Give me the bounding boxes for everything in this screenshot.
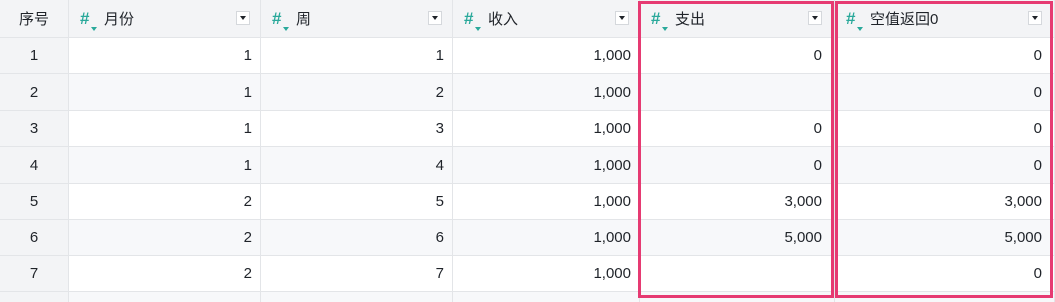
table-row: 2 1 2 1,000 0 <box>0 74 1055 111</box>
row-index: 5 <box>0 184 69 220</box>
caret-down-icon <box>619 16 625 20</box>
cell-null-to-zero[interactable]: 3,000 <box>835 184 1055 220</box>
cell-week[interactable]: 7 <box>261 256 453 292</box>
row-index: 7 <box>0 256 69 292</box>
cell-month[interactable]: 1 <box>69 38 261 74</box>
cell-expense[interactable]: 5,000 <box>640 220 835 256</box>
cell-income[interactable]: 1,000 <box>453 38 640 74</box>
cell-null-to-zero[interactable]: 0 <box>835 256 1055 292</box>
row-index: 3 <box>0 111 69 147</box>
column-header-label: 周 <box>296 11 312 28</box>
cell-expense[interactable] <box>640 74 835 111</box>
cell-week[interactable]: 2 <box>261 74 453 111</box>
column-dropdown-button[interactable] <box>236 11 250 25</box>
column-header-null-to-zero[interactable]: # 空值返回0 <box>835 0 1055 38</box>
cell-income[interactable]: 1,000 <box>453 220 640 256</box>
table-row-partial <box>0 292 1055 302</box>
column-header-expense[interactable]: # 支出 <box>640 0 835 38</box>
number-hash-icon: # <box>272 9 289 31</box>
column-header-label: 空值返回0 <box>870 11 939 28</box>
cell-expense[interactable]: 0 <box>640 147 835 184</box>
header-row: 序号 # 月份 # 周 # 收入 # 支出 # 空值返回0 <box>0 0 1055 38</box>
cell-week[interactable]: 4 <box>261 147 453 184</box>
cell-income[interactable]: 1,000 <box>453 147 640 184</box>
table-row: 3 1 3 1,000 0 0 <box>0 111 1055 147</box>
cell-income[interactable]: 1,000 <box>453 111 640 147</box>
cell-month[interactable]: 1 <box>69 74 261 111</box>
cell-income[interactable]: 1,000 <box>453 184 640 220</box>
cell-income[interactable]: 1,000 <box>453 74 640 111</box>
caret-down-icon <box>240 16 246 20</box>
row-index-label: 5 <box>29 193 39 210</box>
caret-down-icon <box>812 16 818 20</box>
cell-expense[interactable]: 0 <box>640 38 835 74</box>
index-header-label: 序号 <box>18 11 49 28</box>
row-index-label: 1 <box>29 47 39 64</box>
cell-null-to-zero <box>835 292 1055 302</box>
row-index: 2 <box>0 74 69 111</box>
column-header-income[interactable]: # 收入 <box>453 0 640 38</box>
table-row: 5 2 5 1,000 3,000 3,000 <box>0 184 1055 220</box>
index-header: 序号 <box>0 0 69 38</box>
row-index-label: 2 <box>29 83 39 101</box>
column-header-label: 支出 <box>675 11 706 28</box>
table-row: 4 1 4 1,000 0 0 <box>0 147 1055 184</box>
row-index-label: 3 <box>29 120 39 137</box>
cell-month[interactable]: 2 <box>69 220 261 256</box>
cell-month <box>69 292 261 302</box>
column-header-month[interactable]: # 月份 <box>69 0 261 38</box>
cell-null-to-zero[interactable]: 0 <box>835 147 1055 184</box>
table-row: 7 2 7 1,000 0 <box>0 256 1055 292</box>
column-header-label: 收入 <box>488 11 519 28</box>
cell-null-to-zero[interactable]: 0 <box>835 111 1055 147</box>
number-hash-icon: # <box>80 9 97 31</box>
column-header-label: 月份 <box>104 11 135 28</box>
table-row: 1 1 1 1,000 0 0 <box>0 38 1055 74</box>
row-index <box>0 292 69 302</box>
row-index-label: 4 <box>29 156 39 174</box>
caret-down-icon <box>1032 16 1038 20</box>
cell-null-to-zero[interactable]: 0 <box>835 38 1055 74</box>
column-header-week[interactable]: # 周 <box>261 0 453 38</box>
cell-month[interactable]: 1 <box>69 111 261 147</box>
cell-week[interactable]: 5 <box>261 184 453 220</box>
row-index: 6 <box>0 220 69 256</box>
column-dropdown-button[interactable] <box>1028 11 1042 25</box>
cell-week[interactable]: 3 <box>261 111 453 147</box>
cell-month[interactable]: 1 <box>69 147 261 184</box>
cell-expense <box>640 292 835 302</box>
column-dropdown-button[interactable] <box>808 11 822 25</box>
cell-month[interactable]: 2 <box>69 256 261 292</box>
cell-income <box>453 292 640 302</box>
cell-week[interactable]: 1 <box>261 38 453 74</box>
spreadsheet-grid: 序号 # 月份 # 周 # 收入 # 支出 # 空值返回0 1 1 1 1,00… <box>0 0 1055 302</box>
cell-week <box>261 292 453 302</box>
column-dropdown-button[interactable] <box>615 11 629 25</box>
cell-month[interactable]: 2 <box>69 184 261 220</box>
caret-down-icon <box>432 16 438 20</box>
cell-week[interactable]: 6 <box>261 220 453 256</box>
cell-income[interactable]: 1,000 <box>453 256 640 292</box>
row-index: 1 <box>0 38 69 74</box>
cell-null-to-zero[interactable]: 5,000 <box>835 220 1055 256</box>
number-hash-icon: # <box>846 9 863 31</box>
row-index-label: 7 <box>29 265 39 282</box>
number-hash-icon: # <box>651 9 668 31</box>
cell-expense[interactable]: 0 <box>640 111 835 147</box>
cell-expense[interactable] <box>640 256 835 292</box>
cell-null-to-zero[interactable]: 0 <box>835 74 1055 111</box>
cell-expense[interactable]: 3,000 <box>640 184 835 220</box>
table-row: 6 2 6 1,000 5,000 5,000 <box>0 220 1055 256</box>
row-index-label: 6 <box>29 229 39 246</box>
number-hash-icon: # <box>464 9 481 31</box>
row-index: 4 <box>0 147 69 184</box>
column-dropdown-button[interactable] <box>428 11 442 25</box>
